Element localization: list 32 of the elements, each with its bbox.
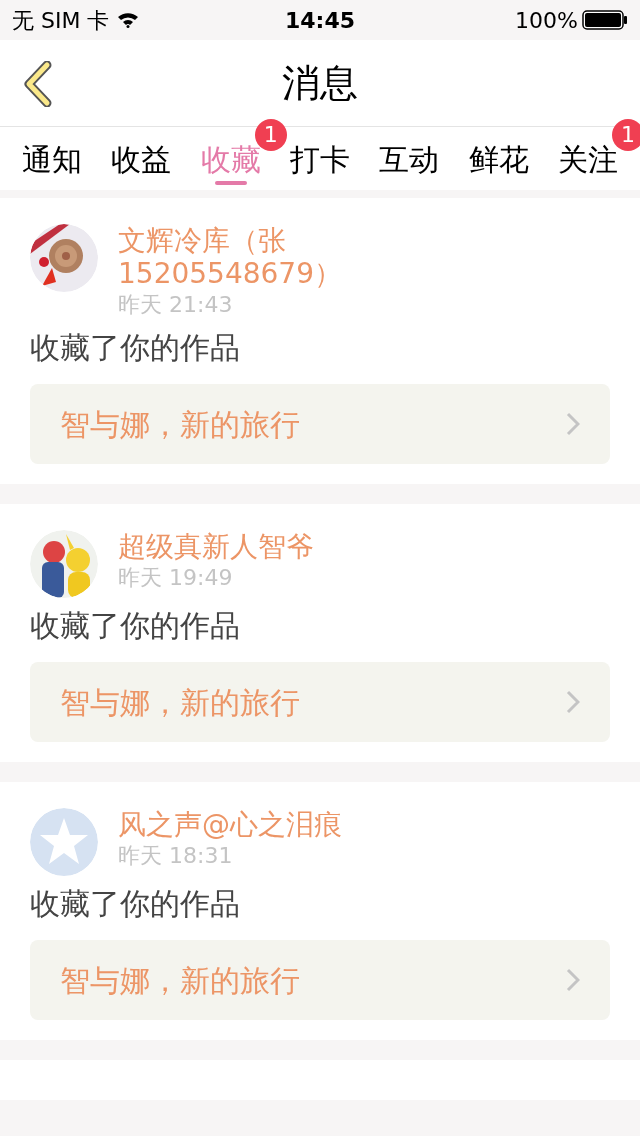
user-name[interactable]: 超级真新人智爷 bbox=[118, 530, 378, 563]
back-icon bbox=[23, 61, 53, 107]
tab[interactable]: 打卡 bbox=[290, 127, 350, 185]
chevron-right-icon bbox=[566, 690, 580, 714]
work-link[interactable]: 智与娜，新的旅行 bbox=[30, 384, 610, 464]
tab[interactable]: 通知 bbox=[22, 127, 82, 185]
chevron-right-icon bbox=[566, 412, 580, 436]
user-name[interactable]: 风之声@心之泪痕 bbox=[118, 808, 378, 841]
message-time: 昨天 21:43 bbox=[118, 291, 234, 319]
battery-text: 100% bbox=[515, 6, 578, 35]
message-text: 收藏了你的作品 bbox=[30, 885, 241, 923]
work-link[interactable]: 智与娜，新的旅行 bbox=[30, 940, 610, 1020]
page-title: 消息 bbox=[282, 59, 358, 107]
work-title: 智与娜，新的旅行 bbox=[60, 961, 300, 1000]
message-text: 收藏了你的作品 bbox=[30, 329, 241, 367]
work-title: 智与娜，新的旅行 bbox=[60, 683, 300, 722]
tab-underline bbox=[214, 181, 247, 185]
count-badge: 1 bbox=[611, 119, 640, 151]
work-title: 智与娜，新的旅行 bbox=[60, 405, 300, 444]
tab[interactable]: 收益 bbox=[111, 127, 172, 185]
message-time: 昨天 19:49 bbox=[118, 564, 234, 592]
carrier-text: 无 SIM 卡 bbox=[12, 6, 110, 35]
clock-text: 14:45 bbox=[285, 6, 355, 35]
chevron-right-icon bbox=[566, 968, 580, 992]
message-time: 昨天 18:31 bbox=[118, 842, 234, 870]
tab[interactable]: 鲜花 bbox=[468, 127, 529, 185]
battery-icon bbox=[582, 10, 628, 30]
message-text: 收藏了你的作品 bbox=[30, 607, 241, 645]
tab[interactable]: 互动 bbox=[379, 127, 440, 185]
wifi-icon bbox=[117, 12, 140, 28]
user-name[interactable]: 文辉冷库（张15205548679） bbox=[118, 224, 378, 290]
work-link[interactable]: 智与娜，新的旅行 bbox=[30, 662, 610, 742]
